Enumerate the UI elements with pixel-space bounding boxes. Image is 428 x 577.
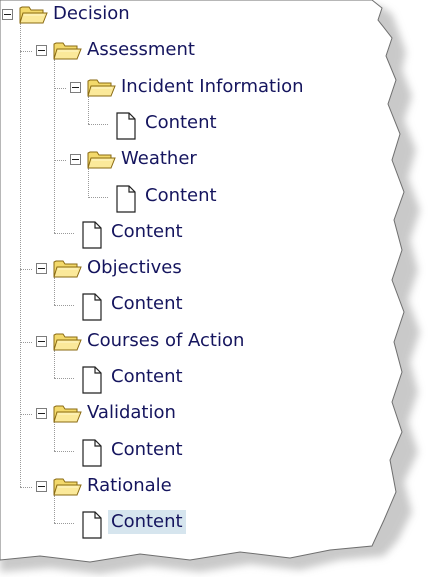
screenshot-stage: Decision Assessment Incident Information Co… bbox=[0, 0, 428, 577]
tree-node-label[interactable]: Rationale bbox=[84, 474, 175, 498]
tree-node-incident-information[interactable]: Incident Information bbox=[0, 74, 390, 104]
collapse-toggle-icon[interactable] bbox=[36, 408, 47, 420]
tree-node-decision[interactable]: Decision bbox=[0, 1, 390, 31]
tree-node-content[interactable]: Content bbox=[0, 110, 390, 140]
open-folder-icon bbox=[52, 474, 82, 498]
tree-node-content[interactable]: Content bbox=[0, 183, 390, 213]
open-folder-icon bbox=[52, 256, 82, 280]
tree-node-label[interactable]: Content bbox=[142, 184, 220, 208]
collapse-toggle-icon[interactable] bbox=[36, 263, 47, 275]
tree-node-label[interactable]: Content bbox=[108, 220, 186, 244]
tree-node-label[interactable]: Content bbox=[108, 510, 186, 535]
open-folder-icon bbox=[86, 147, 116, 171]
tree-node-label[interactable]: Content bbox=[108, 292, 186, 316]
collapse-toggle-icon[interactable] bbox=[36, 480, 47, 492]
document-icon bbox=[114, 111, 138, 141]
tree-node-content[interactable]: Content bbox=[0, 437, 390, 467]
document-icon bbox=[114, 184, 138, 214]
tree-node-label[interactable]: Weather bbox=[118, 147, 200, 171]
tree-node-label[interactable]: Incident Information bbox=[118, 75, 307, 99]
tree-node-label[interactable]: Content bbox=[108, 438, 186, 462]
open-folder-icon bbox=[52, 401, 82, 425]
tree-node-rationale[interactable]: Rationale bbox=[0, 473, 390, 503]
document-icon bbox=[80, 365, 104, 395]
collapse-toggle-icon[interactable] bbox=[36, 45, 47, 57]
tree-node-content[interactable]: Content bbox=[0, 364, 390, 394]
collapse-toggle-icon[interactable] bbox=[36, 335, 47, 347]
document-icon bbox=[80, 220, 104, 250]
tree-node-validation[interactable]: Validation bbox=[0, 400, 390, 430]
tree-node-label[interactable]: Content bbox=[108, 365, 186, 389]
tree-node-label[interactable]: Content bbox=[142, 111, 220, 135]
tree-node-weather[interactable]: Weather bbox=[0, 146, 390, 176]
tree-node-label[interactable]: Validation bbox=[84, 401, 179, 425]
tree-node-label[interactable]: Objectives bbox=[84, 256, 185, 280]
tree-node-label[interactable]: Courses of Action bbox=[84, 329, 247, 353]
document-icon bbox=[80, 438, 104, 468]
open-folder-icon bbox=[86, 75, 116, 99]
tree-node-content[interactable]: Content bbox=[0, 509, 390, 539]
tree-node-label[interactable]: Assessment bbox=[84, 38, 198, 62]
open-folder-icon bbox=[52, 38, 82, 62]
open-folder-icon bbox=[18, 2, 48, 26]
decision-tree: Decision Assessment Incident Information Co… bbox=[0, 0, 390, 560]
tree-node-content[interactable]: Content bbox=[0, 291, 390, 321]
tree-panel: Decision Assessment Incident Information Co… bbox=[0, 0, 428, 577]
collapse-toggle-icon[interactable] bbox=[2, 9, 13, 20]
tree-node-label[interactable]: Decision bbox=[50, 2, 133, 26]
tree-node-courses-of-action[interactable]: Courses of Action bbox=[0, 328, 390, 358]
open-folder-icon bbox=[52, 329, 82, 353]
collapse-toggle-icon[interactable] bbox=[70, 81, 81, 93]
collapse-toggle-icon[interactable] bbox=[70, 154, 81, 166]
document-icon bbox=[80, 510, 104, 540]
document-icon bbox=[80, 292, 104, 322]
tree-node-content[interactable]: Content bbox=[0, 219, 390, 249]
tree-node-assessment[interactable]: Assessment bbox=[0, 37, 390, 67]
tree-node-objectives[interactable]: Objectives bbox=[0, 255, 390, 285]
